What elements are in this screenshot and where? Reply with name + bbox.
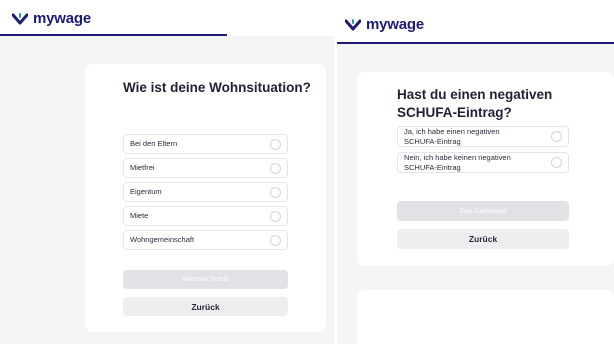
option-label: Wohngemeinschaft [130, 235, 195, 244]
option-label: Mietfrei [130, 163, 155, 172]
header: mywage [0, 0, 334, 36]
next-step-button[interactable]: Nächster Schritt [123, 270, 288, 289]
next-card [357, 290, 614, 344]
brand-name: mywage [33, 10, 91, 27]
question-title: Hast du einen negativen SCHUFA-Eintrag? [397, 87, 553, 120]
option-ja-negativ[interactable]: Ja, ich habe einen negativen SCHUFA-Eint… [397, 126, 569, 147]
back-button[interactable]: Zurück [123, 297, 288, 316]
question-card: Hast du einen negativen SCHUFA-Eintrag? … [357, 72, 614, 266]
checkmark-v-icon [12, 12, 28, 24]
brand-name: mywage [366, 16, 424, 33]
option-wohngemeinschaft[interactable]: Wohngemeinschaft [123, 230, 288, 250]
radio-icon[interactable] [270, 210, 281, 222]
brand-logo[interactable]: mywage [345, 16, 424, 33]
progress-bar [337, 42, 614, 44]
option-miete[interactable]: Miete [123, 206, 288, 226]
checkmark-v-icon [345, 18, 361, 30]
option-label: Ja, ich habe einen negativen SCHUFA-Eint… [404, 126, 500, 146]
option-label: Nein, ich habe keinen negativen SCHUFA-E… [404, 152, 511, 172]
dashboard-button[interactable]: Zum Dashboard [397, 201, 569, 221]
right-screen: mywage Hast du einen negativen SCHUFA-Ei… [337, 0, 614, 344]
radio-icon[interactable] [551, 157, 562, 168]
left-screen: mywage Wie ist deine Wohnsituation? Bei … [0, 0, 334, 344]
radio-icon[interactable] [270, 186, 281, 198]
back-button[interactable]: Zurück [397, 229, 569, 249]
option-mietfrei[interactable]: Mietfrei [123, 158, 288, 178]
radio-icon[interactable] [270, 138, 281, 150]
header: mywage [337, 0, 614, 44]
option-eigentum[interactable]: Eigentum [123, 182, 288, 202]
option-label: Eigentum [130, 187, 162, 196]
radio-icon[interactable] [270, 162, 281, 174]
brand-logo[interactable]: mywage [12, 10, 91, 27]
progress-bar [0, 34, 227, 36]
question-card: Wie ist deine Wohnsituation? Bei den Elt… [85, 64, 326, 332]
radio-icon[interactable] [551, 131, 562, 142]
radio-icon[interactable] [270, 234, 281, 246]
option-label: Bei den Eltern [130, 139, 178, 148]
option-label: Miete [130, 211, 149, 220]
option-bei-den-eltern[interactable]: Bei den Eltern [123, 134, 288, 154]
option-nein-negativ[interactable]: Nein, ich habe keinen negativen SCHUFA-E… [397, 152, 569, 173]
question-title: Wie ist deine Wohnsituation? [123, 80, 311, 95]
